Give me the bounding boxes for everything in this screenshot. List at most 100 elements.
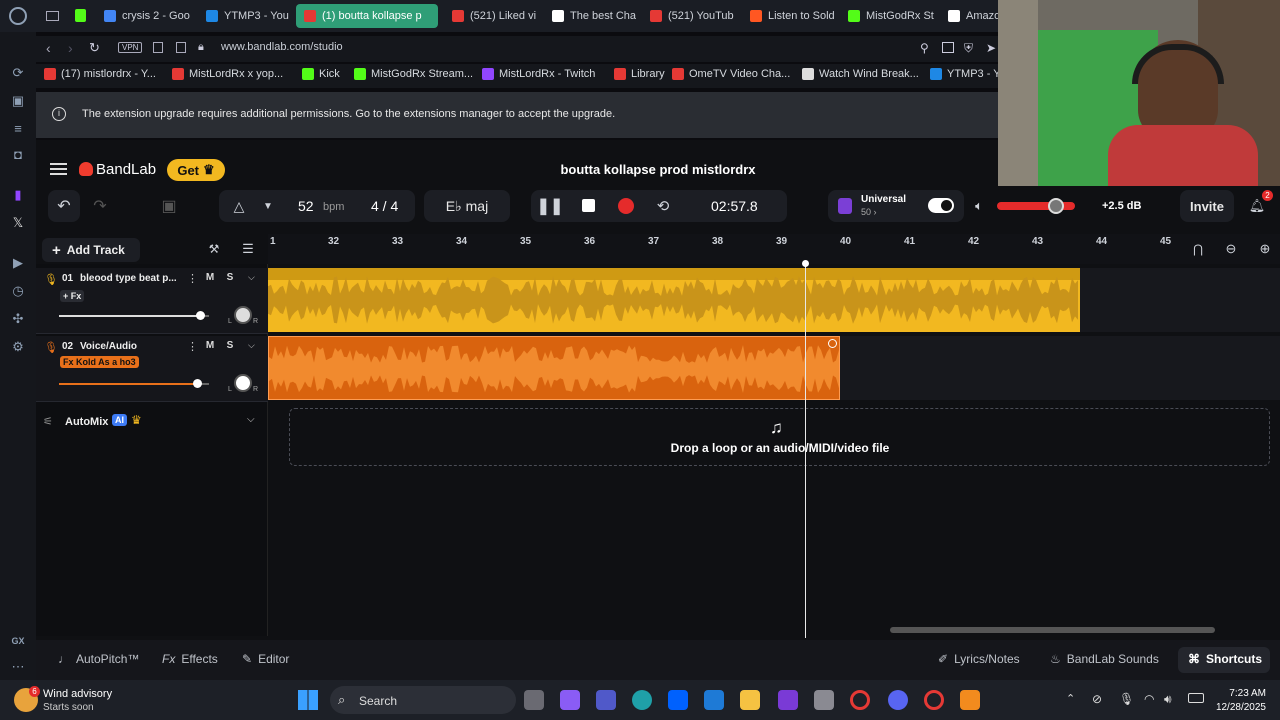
clock-icon[interactable]: ◷ [9, 282, 27, 300]
autopitch-button[interactable]: ♩ AutoPitch™ [58, 652, 139, 666]
mute-button[interactable]: M [202, 339, 218, 353]
extensions-icon[interactable]: ✣ [9, 310, 27, 328]
edge-icon[interactable] [632, 690, 652, 710]
metronome-icon[interactable]: △ [230, 197, 248, 215]
bookmark-item[interactable]: YTMP3 - Y [930, 68, 1001, 80]
crop-icon[interactable]: ▣ [153, 190, 185, 222]
undo-icon[interactable]: ↶ [48, 190, 80, 222]
reader-icon[interactable] [153, 42, 163, 53]
key-selector[interactable]: E♭ maj [424, 190, 510, 222]
opera-logo-icon[interactable] [9, 7, 27, 25]
discord-icon[interactable] [888, 690, 908, 710]
twitch-icon[interactable]: ▮ [9, 186, 27, 204]
invite-button[interactable]: Invite [1180, 190, 1234, 222]
chevron-down-icon[interactable]: ⌵ [248, 340, 255, 351]
track-name[interactable]: Voice/Audio [80, 341, 137, 352]
messenger-icon[interactable]: ◘ [9, 146, 27, 164]
fx-button[interactable]: Fx Kold As a ho3 [60, 356, 139, 368]
solo-button[interactable]: S [222, 271, 238, 285]
record-icon[interactable] [618, 198, 634, 214]
zoom-out-icon[interactable]: ⊖ [1222, 240, 1240, 258]
universal-icon[interactable] [838, 198, 852, 214]
battery-icon[interactable] [1188, 693, 1204, 703]
volume-knob[interactable] [193, 379, 202, 388]
horizontal-scrollbar[interactable] [890, 627, 1215, 633]
pan-knob[interactable] [234, 306, 252, 324]
chevron-down-icon[interactable]: ⌵ [247, 414, 255, 425]
zoom-in-icon[interactable]: ⊕ [1256, 240, 1274, 258]
browser-tab[interactable]: The best Cha [544, 4, 638, 28]
bpm-value[interactable]: 52 [298, 198, 314, 214]
refresh-circle-icon[interactable]: ⟳ [9, 64, 27, 82]
chevron-down-icon[interactable]: ▼ [260, 197, 276, 215]
bookmark-item[interactable]: Kick [302, 68, 340, 80]
universal-toggle[interactable] [928, 198, 954, 213]
copilot-icon[interactable] [560, 690, 580, 710]
x-icon[interactable]: 𝕏 [9, 214, 27, 232]
chevron-down-icon[interactable]: ⌵ [248, 272, 255, 283]
vpn-badge[interactable]: VPN [118, 42, 143, 53]
cube-icon[interactable]: ▣ [9, 92, 27, 110]
volume-knob[interactable] [196, 311, 205, 320]
volume-slider[interactable] [59, 315, 209, 317]
opera-gx-icon[interactable] [850, 690, 870, 710]
bookmark-item[interactable]: OmeTV Video Cha... [672, 68, 790, 80]
pin-icon[interactable]: ⚲ [920, 41, 929, 55]
redo-icon[interactable]: ↷ [84, 190, 116, 222]
browser-tab[interactable]: Listen to Sold [742, 4, 836, 28]
network-off-icon[interactable]: ⊘ [1092, 692, 1102, 706]
bookmark-item[interactable]: Watch Wind Break... [802, 68, 919, 80]
project-title[interactable]: boutta kollapse prod mistlordrx [458, 162, 858, 177]
time-signature[interactable]: 4 / 4 [371, 198, 398, 214]
browser-tab[interactable]: crysis 2 - Goo [96, 4, 192, 28]
clock-time[interactable]: 7:23 AM [1210, 688, 1266, 699]
forward-icon[interactable]: › [68, 40, 73, 56]
wifi-icon[interactable]: ◠ [1144, 692, 1154, 706]
kick-tab-icon[interactable] [75, 9, 86, 22]
opera-icon[interactable] [924, 690, 944, 710]
audio-clip[interactable] [268, 268, 1080, 332]
fl-studio-icon[interactable] [960, 690, 980, 710]
file-explorer-icon[interactable] [740, 690, 760, 710]
add-track-button[interactable]: + Add Track [42, 238, 140, 262]
speaker-mute-icon[interactable]: 🔈︎ [970, 197, 988, 215]
bookmark-item[interactable]: MistLordRx x yop... [172, 68, 283, 80]
wand-icon[interactable]: ⚒ [205, 240, 223, 258]
solo-button[interactable]: S [222, 339, 238, 353]
taskbar-search[interactable] [330, 686, 516, 714]
timeline-ruler[interactable] [268, 234, 1280, 264]
bandlab-sounds-button[interactable]: ♨ BandLab Sounds [1050, 652, 1159, 666]
teams-icon[interactable] [596, 690, 616, 710]
bookmark-item[interactable]: Library [614, 68, 665, 80]
browser-tab[interactable]: YTMP3 - You [198, 4, 290, 28]
clapper-icon[interactable] [778, 690, 798, 710]
universal-value[interactable]: 50 › [861, 207, 877, 217]
print-icon[interactable] [176, 42, 186, 53]
clock-date[interactable]: 12/28/2025 [1204, 702, 1266, 713]
playhead-marker[interactable] [802, 260, 809, 267]
volume-icon[interactable]: 🔊︎ [1164, 692, 1172, 707]
chevron-up-icon[interactable]: ⌃ [1066, 692, 1075, 705]
browser-tab[interactable]: (521) YouTub [642, 4, 738, 28]
brand-name[interactable]: BandLab [96, 161, 156, 178]
browser-tab[interactable]: Amazon [940, 4, 1000, 28]
track-header[interactable]: 🎙︎ 01 bleood type beat p... ⋮ M S ⌵ + Fx… [36, 268, 268, 334]
more-icon[interactable]: ⋯ [9, 658, 27, 676]
reload-icon[interactable]: ↻ [89, 40, 100, 56]
send-icon[interactable]: ➤ [986, 41, 996, 55]
get-button[interactable]: Get ♛ [167, 159, 225, 181]
volume-slider[interactable] [59, 383, 209, 385]
mute-button[interactable]: M [202, 271, 218, 285]
snapshot-icon[interactable] [942, 42, 954, 53]
track-name[interactable]: bleood type beat p... [80, 273, 177, 284]
pause-icon[interactable]: ❚❚ [537, 196, 564, 216]
camera-icon[interactable] [814, 690, 834, 710]
dropbox-icon[interactable] [668, 690, 688, 710]
windows-start-icon[interactable] [298, 690, 318, 710]
back-icon[interactable]: ‹ [46, 40, 51, 56]
master-volume-knob[interactable] [1048, 198, 1064, 214]
stack-icon[interactable]: ≡ [9, 120, 27, 138]
url-field[interactable]: www.bandlab.com/studio [221, 41, 343, 53]
loop-icon[interactable]: ⟲ [653, 196, 673, 216]
play-circle-icon[interactable]: ▶ [9, 254, 27, 272]
